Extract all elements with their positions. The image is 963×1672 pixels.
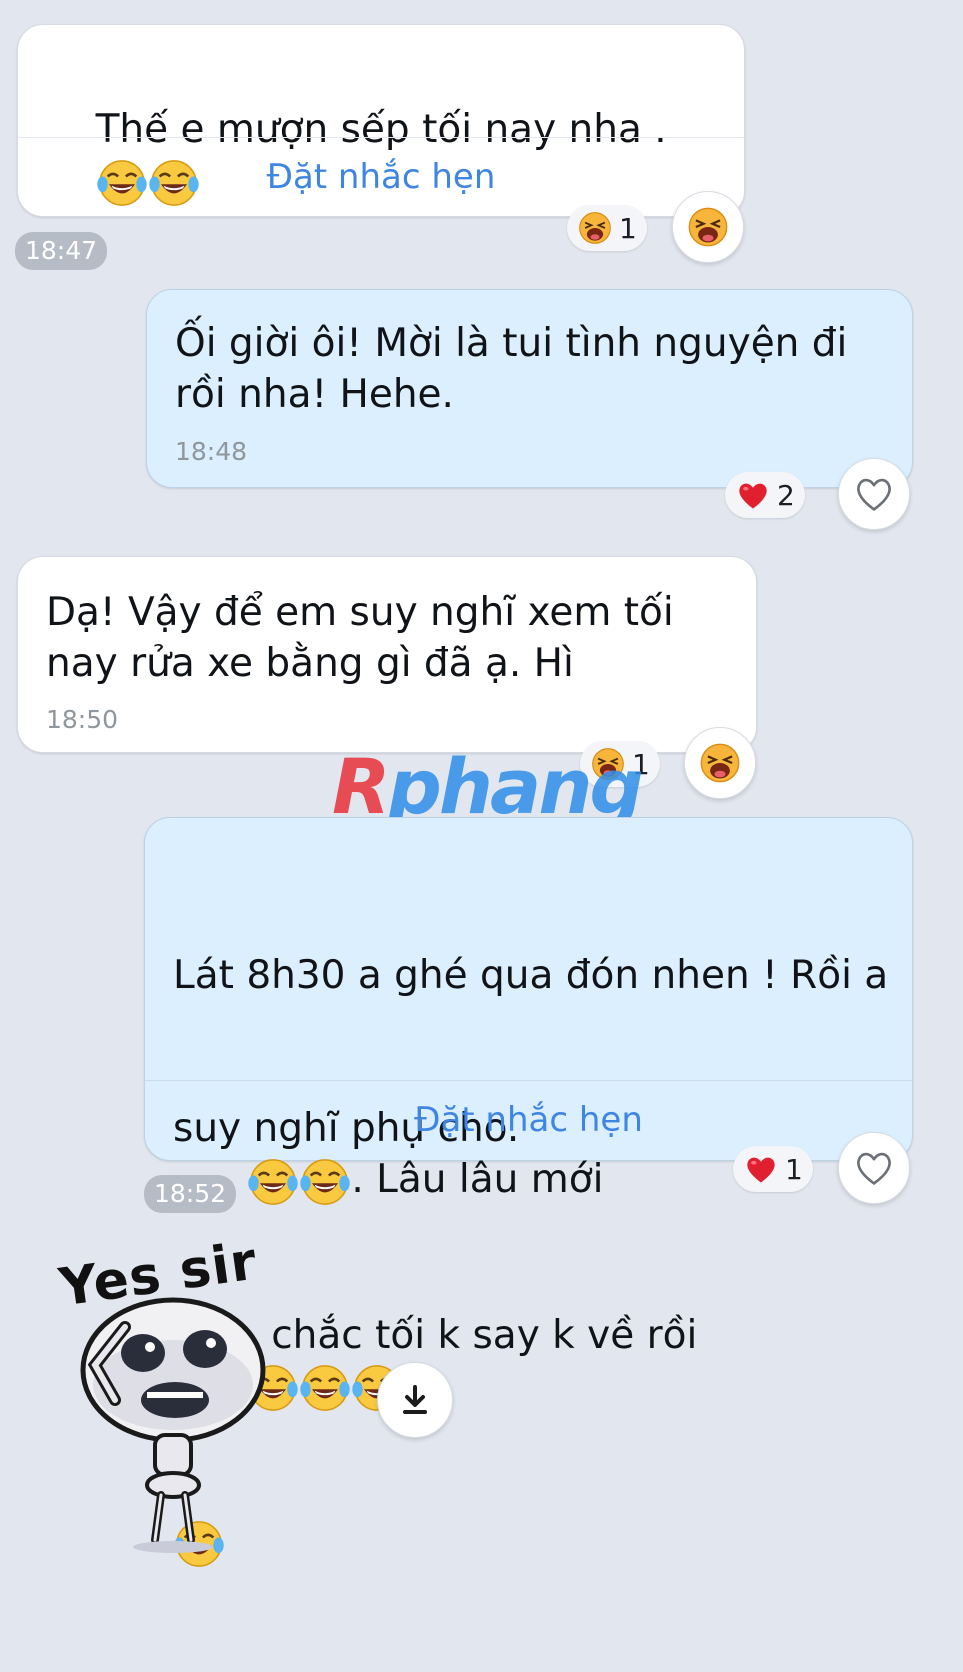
message-time: 18:48	[175, 437, 248, 466]
message-time: 18:47	[15, 232, 108, 270]
divider	[145, 1080, 912, 1081]
download-button[interactable]	[377, 1362, 453, 1438]
message-text: Dạ! Vậy để em suy nghĩ xem tối nay rửa x…	[46, 590, 687, 686]
sticker[interactable]: Yes sir	[55, 1231, 285, 1565]
message-text: Ối giời ôi! Mời là tui tình nguyện đi rồ…	[175, 321, 860, 417]
add-reaction-button[interactable]	[838, 458, 910, 530]
heart-icon	[735, 477, 771, 513]
set-reminder-button[interactable]: Đặt nhắc hẹn	[18, 157, 744, 197]
add-reaction-button[interactable]	[672, 191, 744, 263]
download-icon	[403, 1385, 427, 1414]
message-line-part: . Lâu lâu mới	[351, 1157, 604, 1202]
divider	[18, 137, 744, 138]
message-line: Lát 8h30 a ghé qua đón nhen ! Rồi a	[173, 953, 889, 998]
reaction-chip[interactable]: 1	[567, 205, 647, 251]
reaction-count: 1	[785, 1152, 803, 1186]
heart-icon	[743, 1151, 779, 1187]
message-time: 18:50	[46, 705, 119, 734]
set-reminder-button[interactable]: Đặt nhắc hẹn	[145, 1100, 912, 1140]
heart-outline-icon	[852, 1146, 896, 1190]
add-reaction-button[interactable]	[684, 727, 756, 799]
reaction-chip[interactable]: 2	[725, 472, 805, 518]
message-time: 18:52	[144, 1175, 237, 1213]
message-bubble-outgoing[interactable]: Lát 8h30 a ghé qua đón nhen ! Rồi a suy …	[144, 817, 913, 1161]
laughing-face-icon	[686, 205, 730, 249]
message-bubble-incoming[interactable]: Dạ! Vậy để em suy nghĩ xem tối nay rửa x…	[17, 556, 757, 753]
reaction-count: 2	[777, 478, 795, 512]
message-text-content: Thế e mượn sếp tối nay nha .	[95, 107, 667, 152]
tears-of-joy-icon	[299, 1362, 351, 1414]
reaction-chip[interactable]: 1	[733, 1146, 813, 1192]
reaction-count: 1	[619, 211, 637, 245]
laughing-face-icon	[577, 210, 613, 246]
message-bubble-outgoing[interactable]: Ối giời ôi! Mời là tui tình nguyện đi rồ…	[146, 289, 913, 488]
laughing-face-icon	[698, 741, 742, 785]
tears-of-joy-icon	[299, 1156, 351, 1208]
message-bubble-incoming[interactable]: Thế e mượn sếp tối nay nha . Đặt nhắc hẹ…	[17, 24, 745, 217]
add-reaction-button[interactable]	[838, 1132, 910, 1204]
tears-of-joy-icon	[247, 1156, 299, 1208]
heart-outline-icon	[852, 472, 896, 516]
